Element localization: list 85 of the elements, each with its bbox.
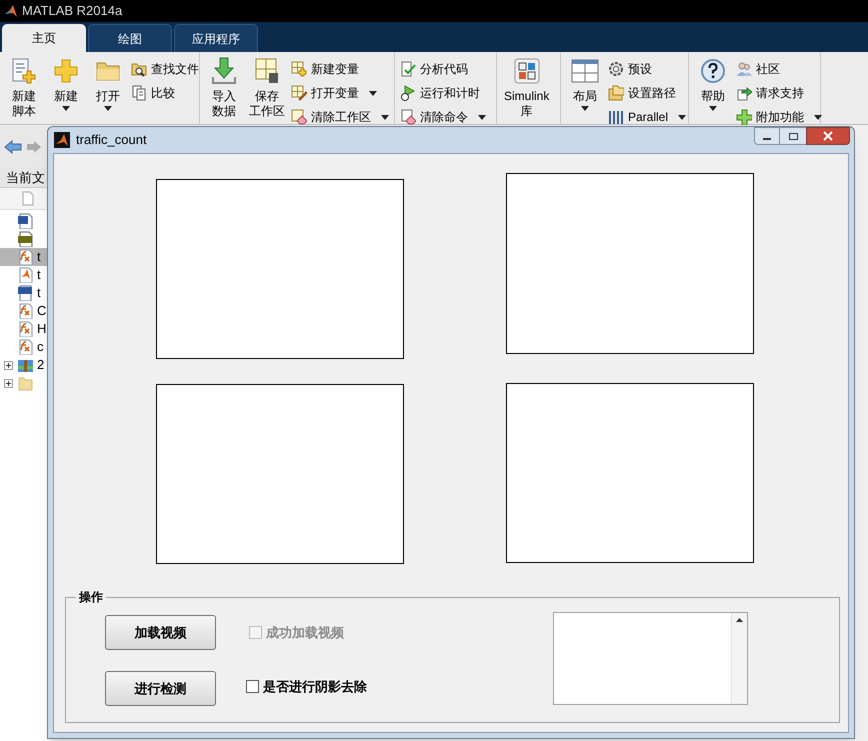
new-variable-icon (291, 61, 307, 77)
file-icon (22, 191, 34, 206)
file-row[interactable]: 2 (0, 356, 50, 374)
ribbon-tab[interactable]: 应用程序 (174, 24, 258, 52)
open-variable-icon (291, 85, 307, 101)
push-button[interactable]: 进行检测 (105, 671, 216, 706)
file-row[interactable]: t (0, 248, 50, 266)
word-document-icon (17, 213, 33, 229)
plus-icon (736, 109, 752, 125)
people-icon (736, 61, 752, 77)
ribbon-button[interactable]: 新建变量 (291, 60, 389, 78)
ribbon-button[interactable]: 查找文件 (131, 60, 199, 78)
file-row[interactable]: c (0, 338, 50, 356)
ribbon-button[interactable]: 分析代码 (400, 60, 486, 78)
search-file-icon (131, 61, 147, 77)
checkbox[interactable] (246, 680, 259, 694)
parallel-bars-icon (608, 109, 624, 125)
new-script-icon (10, 57, 38, 85)
ribbon-button[interactable]: 打开 (89, 56, 127, 111)
archive-icon (17, 357, 33, 373)
ribbon-button[interactable]: 附加功能 (736, 108, 822, 126)
ribbon-tab[interactable]: 绘图 (88, 24, 172, 52)
function-file-icon (17, 339, 33, 355)
function-file-icon (17, 249, 33, 265)
ribbon-button[interactable]: 清除工作区 (291, 108, 389, 126)
close-icon (823, 131, 833, 141)
file-row[interactable]: t (0, 284, 50, 302)
request-icon (736, 85, 752, 101)
scroll-bar[interactable] (731, 613, 747, 704)
back-arrow-icon[interactable] (4, 140, 22, 154)
scroll-up-icon[interactable] (736, 618, 743, 622)
ribbon-button[interactable]: 设置路径 (608, 84, 686, 102)
checkbox-label: 是否进行阴影去除 (263, 678, 367, 696)
ribbon-button[interactable]: 比较 (131, 84, 199, 102)
ribbon-button[interactable]: 新建 (47, 56, 85, 111)
eraser-icon (400, 109, 416, 125)
download-icon (211, 57, 237, 85)
video-file-icon (17, 285, 33, 301)
file-row[interactable]: t (0, 266, 50, 284)
ribbon-button[interactable]: 帮助 (694, 56, 732, 111)
run-timer-icon (400, 85, 416, 101)
ribbon-button[interactable]: 保存 工作区 (247, 56, 287, 119)
minimize-button[interactable] (754, 127, 780, 145)
ribbon-button[interactable]: 布局 (566, 56, 604, 111)
expand-icon[interactable] (4, 360, 13, 370)
checkbox-label: 成功加载视频 (266, 624, 344, 642)
ribbon-button[interactable]: 新建 脚本 (5, 56, 43, 119)
close-button[interactable] (806, 127, 850, 145)
expand-icon[interactable] (4, 378, 13, 388)
ribbon-button[interactable]: 打开变量 (291, 84, 389, 102)
app-logo-icon (4, 4, 18, 18)
ribbon-tab[interactable]: 主页 (2, 24, 86, 52)
plus-icon (53, 58, 79, 84)
maximize-button[interactable] (780, 127, 806, 145)
ribbon-button[interactable]: 清除命令 (400, 108, 486, 126)
file-row[interactable]: C (0, 302, 50, 320)
help-icon[interactable] (700, 58, 726, 84)
save-grid-icon (254, 57, 280, 85)
ribbon-button[interactable]: Parallel (608, 108, 686, 126)
folder-path-icon (608, 85, 624, 101)
file-row[interactable]: H (0, 320, 50, 338)
ribbon-button[interactable]: 请求支持 (736, 84, 822, 102)
push-button[interactable]: 加载视频 (105, 615, 216, 650)
folder-icon (17, 375, 33, 391)
layout-icon (571, 59, 599, 83)
ribbon-button[interactable]: 运行和计时 (400, 84, 486, 102)
compare-icon (131, 85, 147, 101)
window-title: traffic_count (76, 131, 147, 150)
function-file-icon (17, 321, 33, 337)
eraser-icon (291, 109, 307, 125)
panel-title: 当前文 (6, 168, 45, 187)
ribbon-button[interactable]: 社区 (736, 60, 822, 78)
function-file-icon (17, 303, 33, 319)
ribbon-button[interactable]: 导入 数据 (205, 56, 243, 119)
figure-file-icon (17, 267, 33, 283)
window-title: MATLAB R2014a (22, 2, 122, 20)
image-file-icon (17, 231, 33, 247)
ribbon-button[interactable]: Simulink 库 (502, 56, 552, 119)
folder-icon (95, 60, 121, 82)
panel-title: 操作 (76, 589, 106, 605)
checklist-icon (400, 61, 416, 77)
gear-icon (608, 61, 624, 77)
app-logo-icon (54, 132, 70, 148)
ribbon-button[interactable]: 预设 (608, 60, 686, 78)
block-diagram-icon (512, 57, 541, 85)
